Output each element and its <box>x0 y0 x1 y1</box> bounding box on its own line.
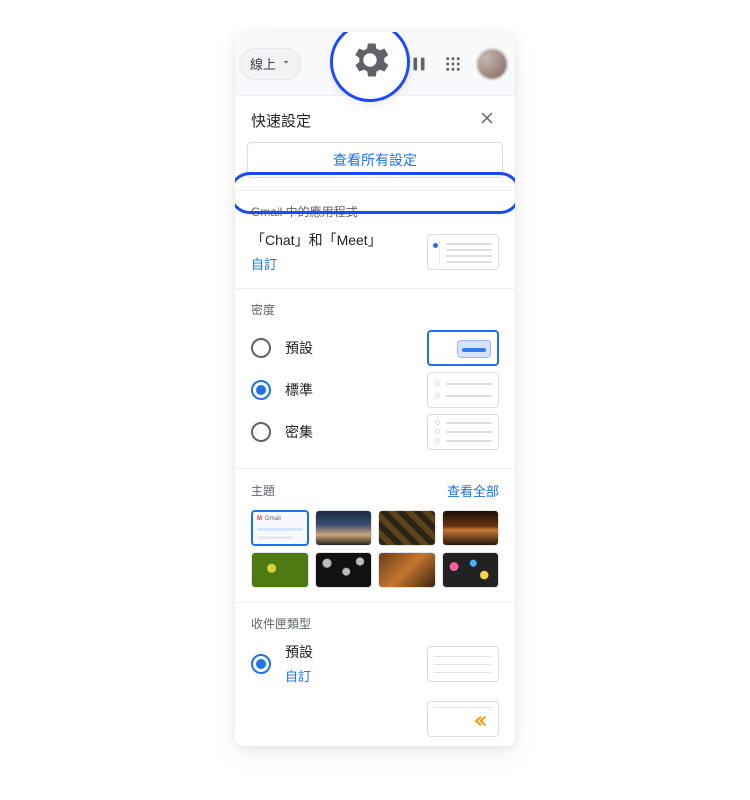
apps-customize-link[interactable]: 自訂 <box>251 254 277 273</box>
inbox-type-next-peek[interactable] <box>251 699 499 739</box>
radio-icon <box>251 422 271 442</box>
density-compact-thumbnail <box>427 414 499 450</box>
density-option-compact[interactable]: 密集 <box>251 412 499 452</box>
apps-chat-meet-row: 「Chat」和「Meet」 自訂 <box>251 230 499 274</box>
inbox-default-label: 預設 <box>285 642 419 662</box>
see-all-settings-label: 查看所有設定 <box>333 150 417 170</box>
account-avatar[interactable] <box>477 49 507 79</box>
density-option-comfortable[interactable]: 標準 <box>251 370 499 410</box>
inbox-default-thumbnail <box>427 646 499 682</box>
theme-tile-light[interactable]: MGmail <box>251 510 309 546</box>
apps-section-heading: Gmail 中的應用程式 <box>251 203 499 220</box>
density-comfortable-thumbnail <box>427 372 499 408</box>
google-apps-button[interactable] <box>433 44 473 84</box>
radio-icon <box>251 654 271 674</box>
inbox-default-customize-link[interactable]: 自訂 <box>285 666 419 685</box>
theme-section: 主題 查看全部 MGmail <box>235 468 515 602</box>
chevron-down-icon <box>280 56 292 71</box>
theme-tile-leaf[interactable] <box>251 552 309 588</box>
gear-icon <box>347 37 393 88</box>
settings-panel-body: 快速設定 查看所有設定 Gmail 中的應用程式 「Chat」和「Meet」 自… <box>235 96 515 746</box>
theme-tile-autumn[interactable] <box>378 552 436 588</box>
apps-chat-meet-label: 「Chat」和「Meet」 <box>251 230 419 250</box>
density-comfortable-label: 標準 <box>285 380 419 400</box>
density-heading: 密度 <box>251 301 499 318</box>
density-default-label: 預設 <box>285 338 419 358</box>
presence-status-chip[interactable]: 線上 <box>239 48 301 80</box>
theme-view-all-link[interactable]: 查看全部 <box>447 481 499 500</box>
theme-grid: MGmail <box>251 510 499 588</box>
see-all-settings-button[interactable]: 查看所有設定 <box>247 142 503 178</box>
theme-tile-dessert[interactable] <box>442 510 500 546</box>
close-button[interactable] <box>475 108 499 132</box>
density-default-thumbnail <box>427 330 499 366</box>
theme-tile-bokeh[interactable] <box>442 552 500 588</box>
presence-status-label: 線上 <box>250 54 276 73</box>
density-option-default[interactable]: 預設 <box>251 328 499 368</box>
theme-tile-droplets[interactable] <box>315 552 373 588</box>
panel-titlebar: 快速設定 <box>235 96 515 142</box>
theme-heading: 主題 <box>251 482 275 499</box>
density-section: 密度 預設 標準 密集 <box>235 288 515 468</box>
inbox-type-default[interactable]: 預設 自訂 <box>251 642 499 685</box>
reply-arrow-icon <box>470 712 488 726</box>
theme-tile-chess[interactable] <box>378 510 436 546</box>
inbox-tabs-thumbnail <box>427 701 499 737</box>
quick-settings-panel: 線上 快速設定 <box>235 32 515 746</box>
close-icon <box>478 109 496 132</box>
radio-icon <box>251 338 271 358</box>
inbox-type-heading: 收件匣類型 <box>251 615 499 632</box>
density-compact-label: 密集 <box>285 422 419 442</box>
inbox-type-section: 收件匣類型 預設 自訂 <box>235 602 515 746</box>
theme-tile-storm[interactable] <box>315 510 373 546</box>
apps-in-gmail-section: Gmail 中的應用程式 「Chat」和「Meet」 自訂 <box>235 190 515 288</box>
all-settings-wrap: 查看所有設定 <box>235 142 515 190</box>
panel-title: 快速設定 <box>251 110 475 131</box>
radio-icon <box>251 380 271 400</box>
apps-layout-thumbnail[interactable] <box>427 234 499 270</box>
